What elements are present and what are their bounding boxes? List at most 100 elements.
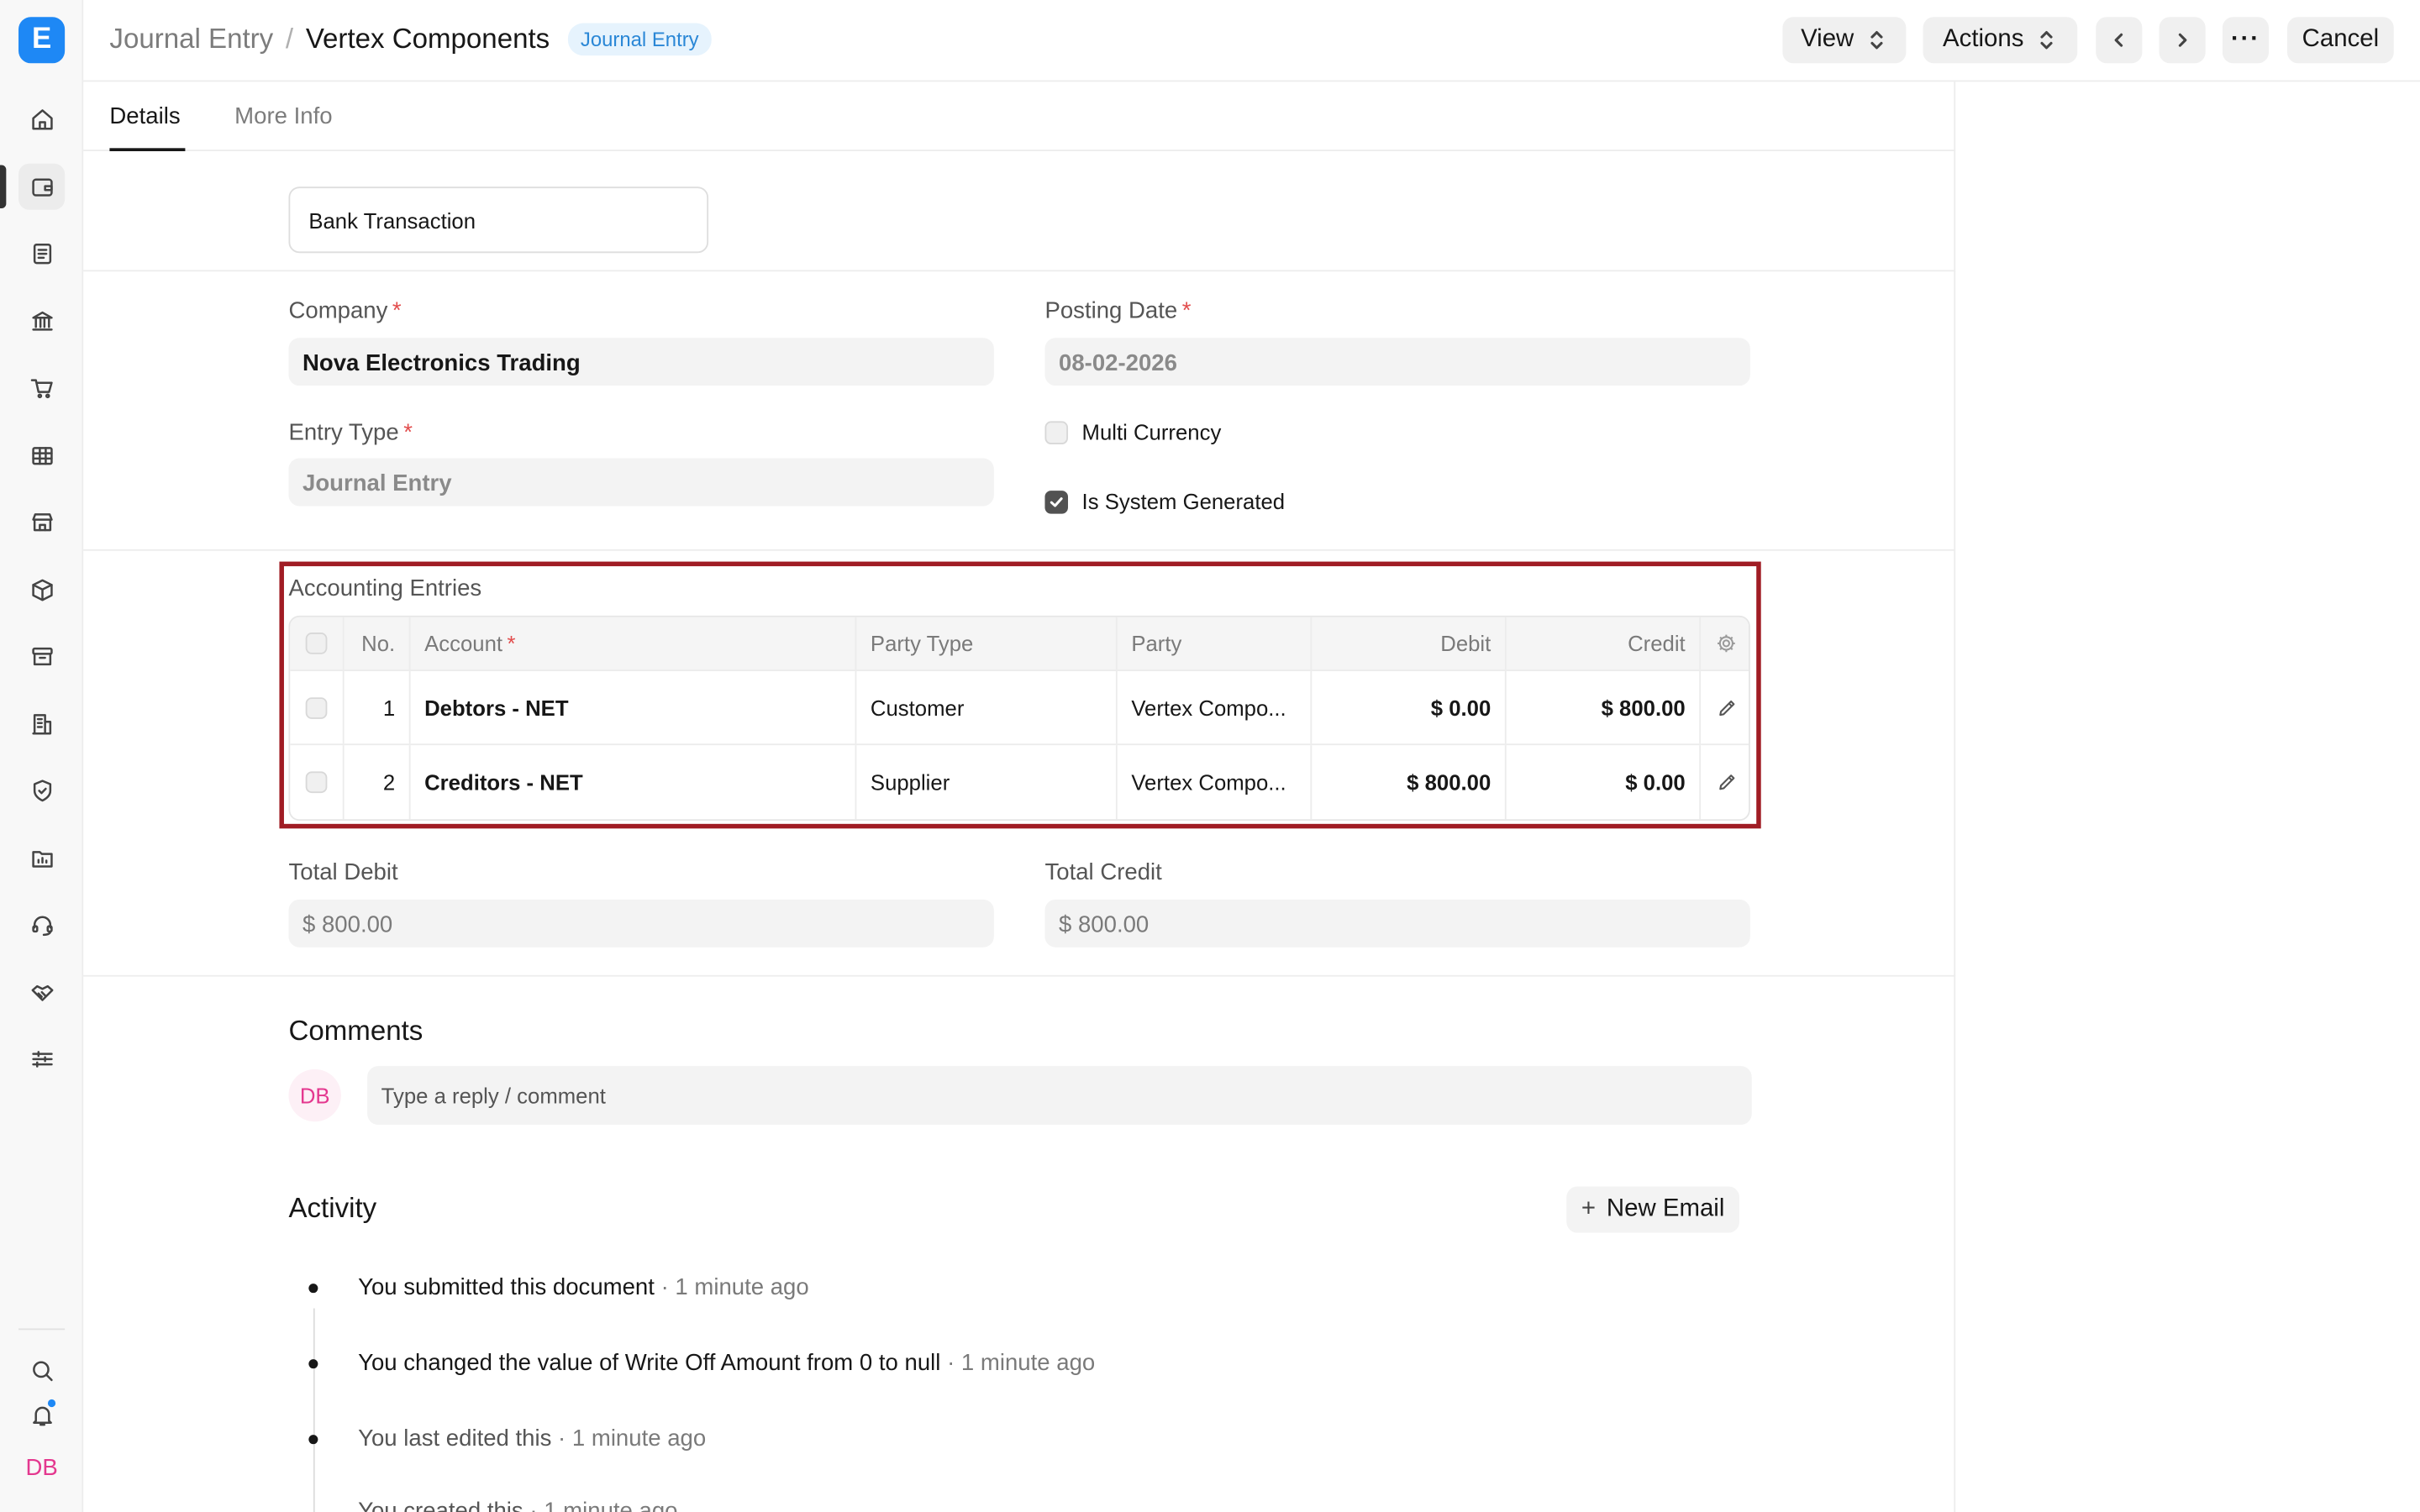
page-title: Vertex Components <box>305 23 550 55</box>
more-options-button[interactable]: ··· <box>2222 17 2270 64</box>
app-logo[interactable]: E <box>18 17 66 64</box>
table-header-row: No. Account * Party Type Party Debit Cred… <box>290 617 1749 671</box>
store-icon[interactable] <box>18 498 65 544</box>
row-checkbox[interactable] <box>305 771 328 794</box>
is-system-generated-checkbox[interactable] <box>1044 491 1069 514</box>
row-party-cell[interactable]: Vertex Compo... <box>1118 670 1313 744</box>
row-edit-cell <box>1701 745 1749 819</box>
home-icon[interactable] <box>18 96 65 142</box>
sliders-icon[interactable] <box>18 1035 65 1081</box>
box-icon[interactable] <box>18 566 65 612</box>
row-credit-cell[interactable]: $ 800.00 <box>1507 670 1702 744</box>
actions-button-label: Actions <box>1943 26 2024 53</box>
multi-currency-label: Multi Currency <box>1081 419 1222 444</box>
total-debit-label: Total Debit <box>288 859 398 886</box>
breadcrumb-parent-link[interactable]: Journal Entry <box>109 24 273 56</box>
handshake-icon[interactable] <box>18 969 65 1015</box>
column-header-party: Party <box>1118 617 1313 670</box>
table-row[interactable]: 2 Creditors - NET Supplier Vertex Compo.… <box>290 745 1749 820</box>
actions-button[interactable]: Actions <box>1923 17 2078 64</box>
shield-icon[interactable] <box>18 767 65 813</box>
activity-item: You created this · 1 minute ago <box>358 1498 678 1512</box>
table-icon[interactable] <box>18 432 65 478</box>
new-email-button[interactable]: + New Email <box>1566 1186 1740 1233</box>
activity-item: You submitted this document · 1 minute a… <box>358 1274 809 1301</box>
bank-transaction-link[interactable]: Bank Transaction <box>288 186 709 254</box>
cancel-button-label: Cancel <box>2302 26 2380 53</box>
accounting-entries-table: No. Account * Party Type Party Debit Cred… <box>288 615 1750 822</box>
company-field[interactable]: Nova Electronics Trading <box>288 338 994 386</box>
row-account-cell[interactable]: Creditors - NET <box>411 745 857 820</box>
next-button[interactable] <box>2159 17 2206 64</box>
activity-item: You last edited this · 1 minute ago <box>358 1425 707 1452</box>
folder-chart-icon[interactable] <box>18 835 65 881</box>
edit-pencil-icon[interactable] <box>1716 696 1738 718</box>
tab-details[interactable]: Details <box>109 103 180 129</box>
view-button[interactable]: View <box>1782 17 1907 64</box>
section-divider <box>83 549 1956 551</box>
chevron-updown-icon <box>2040 31 2054 50</box>
activity-item: You changed the value of Write Off Amoun… <box>358 1350 1096 1377</box>
multi-currency-checkbox[interactable] <box>1044 421 1069 444</box>
cancel-button[interactable]: Cancel <box>2287 17 2394 64</box>
posting-date-label: Posting Date * <box>1044 297 1192 324</box>
row-credit-cell[interactable]: $ 0.00 <box>1507 745 1702 820</box>
posting-date-field[interactable]: 08-02-2026 <box>1044 338 1750 386</box>
new-email-label: New Email <box>1606 1195 1725 1222</box>
previous-button[interactable] <box>2096 17 2143 64</box>
row-party-type-cell[interactable]: Supplier <box>856 745 1118 820</box>
tab-more-info[interactable]: More Info <box>234 103 332 129</box>
breadcrumb: Journal Entry / Vertex Components Journa… <box>109 23 712 56</box>
total-credit-field: $ 800.00 <box>1044 899 1750 948</box>
select-all-checkbox[interactable] <box>305 633 328 654</box>
archive-icon[interactable] <box>18 633 65 679</box>
row-edit-cell <box>1701 671 1749 743</box>
row-party-type-cell[interactable]: Customer <box>856 670 1118 744</box>
row-select-cell <box>290 670 345 744</box>
view-button-label: View <box>1801 26 1854 53</box>
section-divider <box>83 974 1956 977</box>
section-divider <box>83 270 1956 272</box>
search-icon[interactable] <box>18 1347 65 1393</box>
chevron-updown-icon <box>1870 31 1883 50</box>
comment-input[interactable]: Type a reply / comment <box>367 1066 1752 1125</box>
sidebar-divider <box>18 1328 66 1331</box>
invoice-icon[interactable] <box>18 230 65 276</box>
edit-pencil-icon[interactable] <box>1716 771 1738 793</box>
bank-icon[interactable] <box>18 297 65 344</box>
row-no-cell: 1 <box>345 670 411 744</box>
user-avatar[interactable]: DB <box>18 1447 65 1488</box>
row-debit-cell[interactable]: $ 800.00 <box>1312 745 1507 820</box>
entry-type-field[interactable]: Journal Entry <box>288 458 994 507</box>
row-debit-cell[interactable]: $ 0.00 <box>1312 670 1507 744</box>
doc-type-badge: Journal Entry <box>568 23 712 56</box>
bell-icon[interactable] <box>18 1392 65 1438</box>
column-header-party-type: Party Type <box>856 617 1118 670</box>
headset-icon[interactable] <box>18 901 65 948</box>
accounting-entries-title: Accounting Entries <box>288 575 482 602</box>
select-all-cell <box>290 617 345 670</box>
column-header-debit: Debit <box>1312 617 1507 670</box>
timeline-dot <box>308 1435 318 1445</box>
row-account-cell[interactable]: Debtors - NET <box>411 670 857 744</box>
wallet-icon[interactable] <box>18 163 66 210</box>
gear-icon[interactable] <box>1715 631 1739 655</box>
column-header-credit: Credit <box>1507 617 1702 670</box>
column-header-no: No. <box>345 617 411 670</box>
row-checkbox[interactable] <box>305 696 328 719</box>
building-icon[interactable] <box>18 701 65 747</box>
notification-dot <box>46 1398 57 1409</box>
row-party-cell[interactable]: Vertex Compo... <box>1118 745 1313 820</box>
chevron-left-icon <box>2114 33 2123 47</box>
breadcrumb-separator: / <box>285 23 294 55</box>
plus-icon: + <box>1581 1195 1597 1222</box>
activity-heading: Activity <box>288 1192 377 1224</box>
checkmark-icon <box>1050 497 1063 507</box>
cart-icon[interactable] <box>18 364 65 410</box>
total-credit-label: Total Credit <box>1044 859 1162 886</box>
is-system-generated-label: Is System Generated <box>1081 489 1286 514</box>
chevron-right-icon <box>2178 33 2187 47</box>
table-row[interactable]: 1 Debtors - NET Customer Vertex Compo...… <box>290 670 1749 746</box>
company-label: Company * <box>288 297 402 324</box>
timeline-dot <box>308 1359 318 1369</box>
